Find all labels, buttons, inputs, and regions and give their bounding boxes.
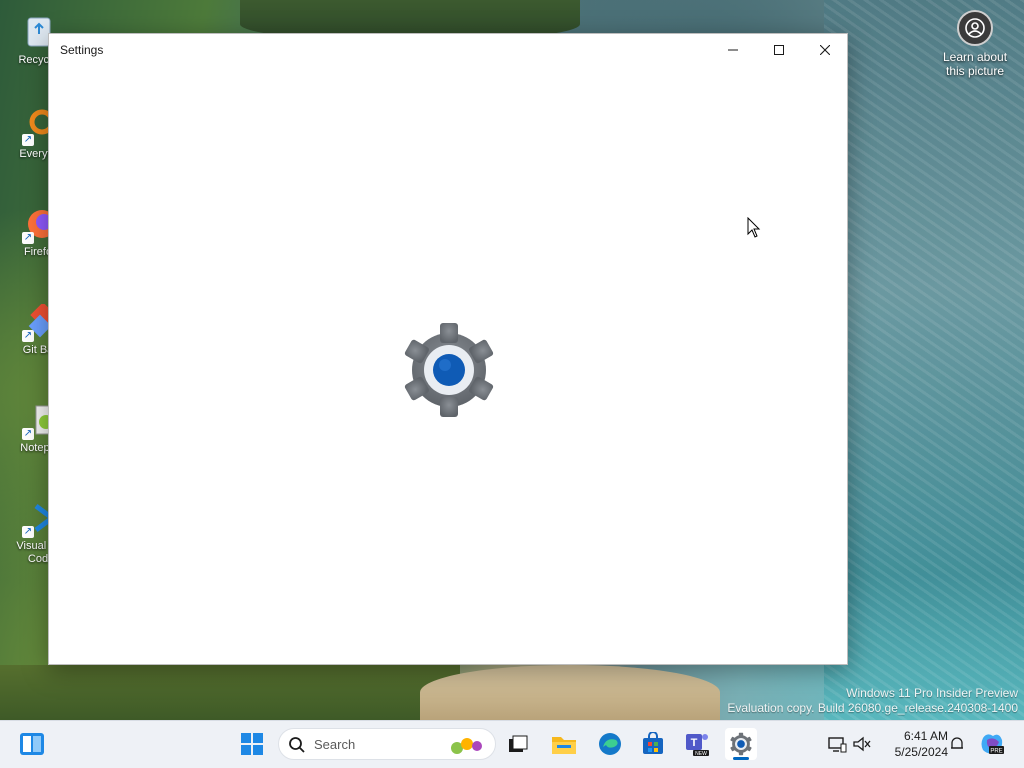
taskbar-search[interactable]: Search bbox=[278, 728, 496, 760]
window-titlebar[interactable]: Settings bbox=[49, 34, 847, 66]
copilot-button[interactable]: PRE bbox=[976, 728, 1008, 760]
camera-icon bbox=[957, 10, 993, 46]
volume-button[interactable] bbox=[846, 728, 878, 760]
taskbar-clock[interactable]: 6:41 AM 5/25/2024 bbox=[880, 728, 948, 760]
search-placeholder: Search bbox=[314, 737, 356, 752]
learn-about-label: Learn about this picture bbox=[942, 50, 1008, 78]
store-button[interactable] bbox=[637, 728, 669, 760]
build-watermark: Windows 11 Pro Insider Preview Evaluatio… bbox=[727, 686, 1018, 716]
task-view-icon bbox=[509, 735, 528, 752]
volume-icon bbox=[853, 736, 871, 752]
close-button[interactable] bbox=[802, 34, 848, 66]
teams-icon: T NEW bbox=[686, 734, 709, 757]
clock-date: 5/25/2024 bbox=[894, 745, 948, 759]
task-view-button[interactable] bbox=[502, 728, 534, 760]
shortcut-arrow-icon: ↗ bbox=[22, 526, 34, 538]
wallpaper-beach bbox=[420, 665, 720, 720]
wallpaper-sea bbox=[824, 0, 1024, 720]
settings-gear-icon bbox=[399, 320, 499, 420]
wallpaper-foliage bbox=[0, 665, 460, 720]
settings-gear-icon bbox=[730, 732, 752, 756]
maximize-icon bbox=[774, 45, 784, 55]
settings-window[interactable]: Settings bbox=[48, 33, 848, 665]
file-explorer-icon bbox=[552, 737, 576, 754]
window-title: Settings bbox=[60, 43, 104, 57]
copilot-icon: PRE bbox=[981, 734, 1004, 755]
learn-about-picture[interactable]: Learn about this picture bbox=[936, 10, 1014, 78]
teams-new-badge: NEW bbox=[695, 751, 707, 757]
shortcut-arrow-icon: ↗ bbox=[22, 134, 34, 146]
widgets-button[interactable] bbox=[16, 728, 48, 760]
notification-button[interactable] bbox=[941, 728, 973, 760]
store-icon bbox=[643, 732, 663, 754]
start-button[interactable] bbox=[236, 728, 268, 760]
minimize-button[interactable] bbox=[710, 34, 756, 66]
start-icon bbox=[241, 733, 263, 755]
minimize-icon bbox=[728, 49, 738, 51]
teams-button[interactable]: T NEW bbox=[681, 728, 713, 760]
search-icon bbox=[289, 737, 305, 753]
clock-time: 6:41 AM bbox=[903, 729, 948, 743]
edge-button[interactable] bbox=[594, 728, 626, 760]
watermark-line: Evaluation copy. Build 26080.ge_release.… bbox=[727, 701, 1018, 715]
edge-icon bbox=[599, 733, 621, 755]
copilot-pre-badge: PRE bbox=[990, 749, 1002, 755]
maximize-button[interactable] bbox=[756, 34, 802, 66]
mouse-cursor-icon bbox=[747, 217, 761, 238]
settings-taskbar-button[interactable] bbox=[725, 728, 757, 760]
svg-text:T: T bbox=[691, 737, 698, 749]
network-icon bbox=[828, 737, 847, 753]
file-explorer-button[interactable] bbox=[548, 728, 580, 760]
shortcut-arrow-icon: ↗ bbox=[22, 428, 34, 440]
notification-icon bbox=[951, 737, 963, 749]
shortcut-arrow-icon: ↗ bbox=[22, 330, 34, 342]
watermark-line: Windows 11 Pro Insider Preview bbox=[846, 686, 1018, 700]
running-app-indicator bbox=[733, 757, 749, 760]
shortcut-arrow-icon: ↗ bbox=[22, 232, 34, 244]
search-highlight-icon bbox=[451, 738, 482, 754]
close-icon bbox=[820, 45, 830, 55]
widgets-icon bbox=[20, 733, 44, 755]
